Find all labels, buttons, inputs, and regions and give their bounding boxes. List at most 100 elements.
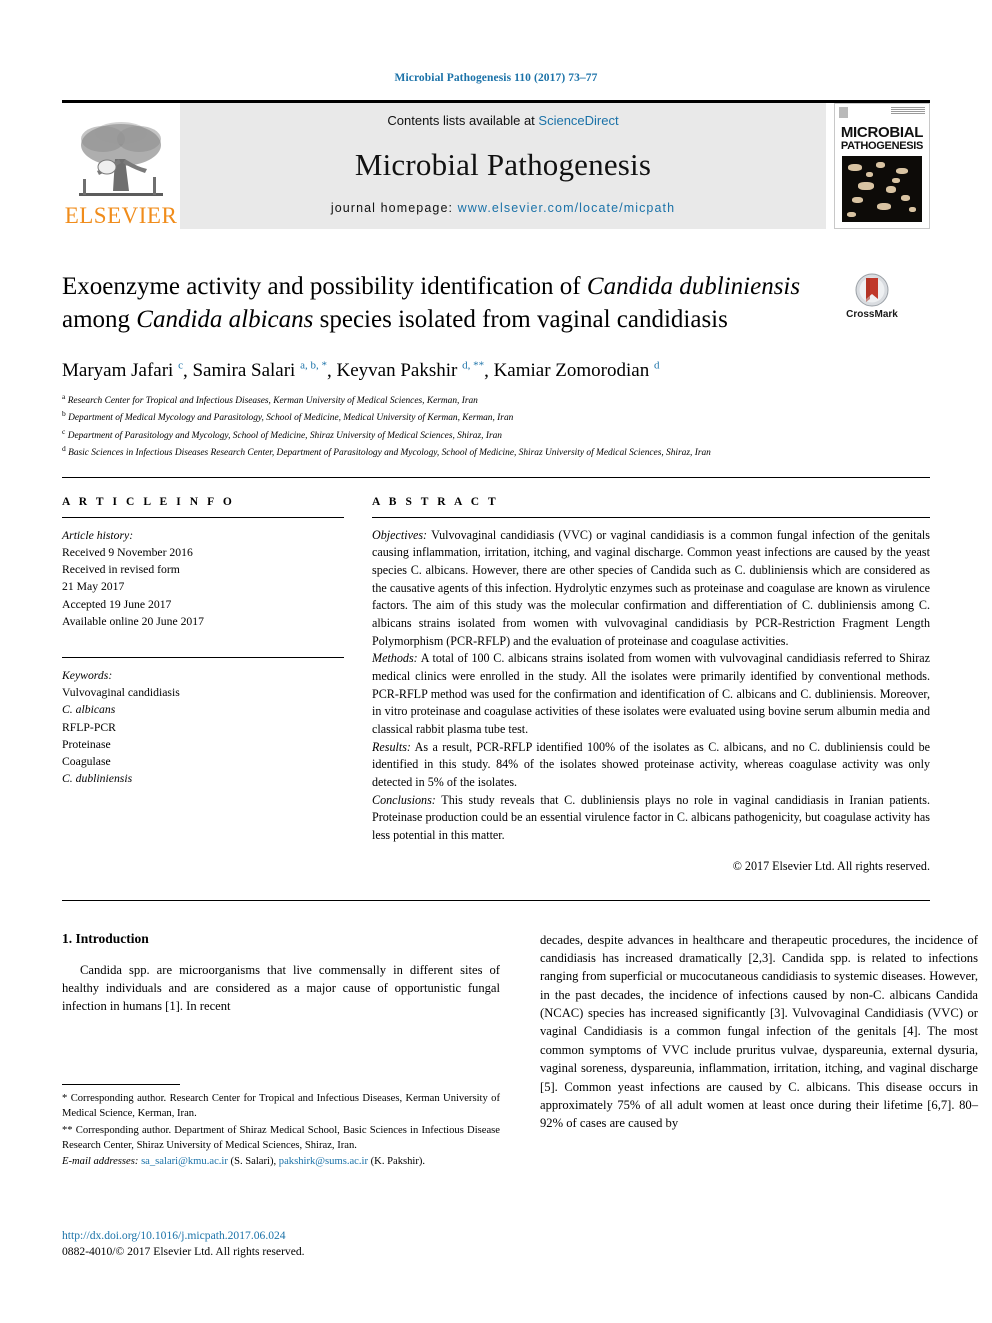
paper-page: Microbial Pathogenesis 110 (2017) 73–77 (0, 0, 992, 1323)
issn-copyright-line: 0882-4010/© 2017 Elsevier Ltd. All right… (62, 1245, 305, 1259)
info-abstract-region: A R T I C L E I N F O Article history: R… (62, 496, 930, 874)
elsevier-tree-icon (73, 119, 169, 203)
introduction-heading: 1. Introduction (62, 930, 149, 946)
cover-micrograph-image (842, 156, 922, 223)
affiliation-item: c Department of Parasitology and Mycolog… (62, 426, 930, 443)
page-title: Exoenzyme activity and possibility ident… (62, 271, 822, 336)
contents-list-line: Contents lists available at ScienceDirec… (387, 113, 618, 128)
footnote-email-addresses: E-mail addresses: sa_salari@kmu.ac.ir (S… (62, 1154, 500, 1169)
title-segment-1: Exoenzyme activity and possibility ident… (62, 273, 587, 300)
abstract-heading: A B S T R A C T (372, 495, 499, 508)
keyword-item: Proteinase (62, 737, 111, 751)
cover-title: MICROBIAL PATHOGENESIS (835, 124, 929, 152)
author-affiliation-mark: a, b, * (300, 360, 327, 372)
abstract-column: A B S T R A C T Objectives: Vulvovaginal… (372, 496, 930, 874)
cover-header-strip (835, 104, 929, 126)
journal-homepage-line: journal homepage: www.elsevier.com/locat… (331, 201, 675, 215)
affiliation-mark: c (62, 426, 66, 436)
doi-link[interactable]: http://dx.doi.org/10.1016/j.micpath.2017… (62, 1228, 500, 1244)
crossmark-badge[interactable]: CrossMark (822, 273, 922, 320)
abstract-methods: Methods: A total of 100 C. albicans stra… (372, 650, 930, 738)
journal-band: Contents lists available at ScienceDirec… (180, 103, 826, 229)
abstract-conclusions-label: Conclusions: (372, 792, 436, 807)
keyword-item: Coagulase (62, 754, 111, 768)
title-segment-2: among (62, 305, 137, 333)
abstract-results-label: Results: (372, 739, 411, 754)
footnote-region: * Corresponding author. Research Center … (62, 1084, 500, 1171)
history-item: Received in revised form (62, 563, 180, 577)
footnote-corresponding-author-1: * Corresponding author. Research Center … (62, 1093, 500, 1120)
elsevier-wordmark: ELSEVIER (64, 203, 178, 228)
abstract-methods-label: Methods: (372, 651, 418, 666)
author-list: Maryam Jafari c, Samira Salari a, b, *, … (62, 359, 930, 384)
cover-title-line2: PATHOGENESIS (840, 139, 924, 152)
affiliation-mark: d (62, 444, 66, 454)
affiliation-item: a Research Center for Tropical and Infec… (62, 391, 930, 408)
article-info-column: A R T I C L E I N F O Article history: R… (62, 496, 344, 874)
author-item: Kamiar Zomorodian d (494, 360, 660, 381)
section-divider-top (62, 476, 930, 478)
contents-prefix: Contents lists available at (387, 113, 539, 128)
article-info-rule (62, 516, 344, 518)
keywords-rule (62, 656, 344, 658)
abstract-objectives-label: Objectives: (372, 527, 428, 542)
footnote-corresponding-author-2: ** Corresponding author. Department of S… (62, 1124, 500, 1152)
elsevier-logo: ELSEVIER (62, 103, 180, 229)
keyword-item: Vulvovaginal candidiasis (62, 686, 180, 700)
history-item: Received 9 November 2016 (62, 545, 193, 559)
abstract-methods-text: A total of 100 C. albicans strains isola… (372, 651, 930, 736)
email-owner-pakshir: (K. Pakshir). (368, 1156, 426, 1168)
title-segment-3: species isolated from vaginal candidiasi… (313, 305, 728, 333)
history-item: Available online 20 June 2017 (62, 614, 204, 628)
crossmark-icon (855, 273, 889, 307)
affiliation-item: b Department of Medical Mycology and Par… (62, 408, 930, 425)
abstract-conclusions: Conclusions: This study reveals that C. … (372, 792, 930, 845)
footer-block: http://dx.doi.org/10.1016/j.micpath.2017… (62, 1228, 500, 1260)
journal-homepage-link[interactable]: www.elsevier.com/locate/micpath (458, 201, 676, 215)
email-link-pakshir[interactable]: pakshirk@sums.ac.ir (279, 1156, 368, 1167)
abstract-results: Results: As a result, PCR-RFLP identifie… (372, 739, 930, 792)
author-name: Keyvan Pakshir (336, 360, 458, 382)
email-link-salari[interactable]: sa_salari@kmu.ac.ir (141, 1156, 228, 1167)
journal-title: Microbial Pathogenesis (354, 146, 652, 182)
cover-publisher-mark-icon (839, 107, 848, 118)
history-item: Accepted 19 June 2017 (62, 597, 172, 611)
cover-title-line1: MICROBIAL (840, 124, 924, 141)
homepage-prefix: journal homepage: (330, 201, 458, 215)
keywords-block: Keywords: Vulvovaginal candidiasis C. al… (62, 667, 344, 787)
journal-cover-thumbnail: MICROBIAL PATHOGENESIS (834, 103, 930, 229)
author-affiliation-mark: d (653, 360, 660, 372)
crossmark-label: CrossMark (846, 309, 898, 320)
author-item: Keyvan Pakshir d, ** (336, 360, 484, 381)
author-name: Samira Salari (192, 360, 296, 382)
affiliation-item: d Basic Sciences in Infectious Diseases … (62, 443, 930, 460)
keyword-item: C. albicans (62, 703, 116, 717)
keywords-label: Keywords: (62, 668, 113, 682)
title-italic-candida-albicans: Candida albicans (136, 305, 314, 333)
keyword-item: C. dubliniensis (62, 772, 133, 786)
article-history-label: Article history: (62, 528, 134, 542)
affiliation-text: Department of Parasitology and Mycology,… (67, 430, 502, 441)
abstract-body: Objectives: Vulvovaginal candidiasis (VV… (372, 527, 930, 845)
abstract-objectives: Objectives: Vulvovaginal candidiasis (VV… (372, 527, 930, 651)
affiliation-text: Research Center for Tropical and Infecti… (67, 396, 478, 407)
author-affiliation-mark: d, ** (462, 360, 485, 372)
affiliation-mark: b (62, 409, 66, 419)
running-head: Microbial Pathogenesis 110 (2017) 73–77 (394, 72, 598, 84)
keyword-item: RFLP-PCR (62, 720, 116, 734)
history-item: 21 May 2017 (62, 580, 125, 594)
affiliation-mark: a (62, 392, 66, 402)
article-info-heading: A R T I C L E I N F O (62, 495, 235, 508)
introduction-paragraph-left: Candida spp. are microorganisms that liv… (62, 962, 500, 1014)
journal-masthead: ELSEVIER Contents lists available at Sci… (62, 100, 930, 229)
abstract-conclusions-text: This study reveals that C. dubliniensis … (372, 792, 930, 842)
affiliation-text: Department of Medical Mycology and Paras… (68, 413, 514, 424)
abstract-objectives-text: Vulvovaginal candidiasis (VVC) or vagina… (372, 527, 930, 648)
sciencedirect-link[interactable]: ScienceDirect (538, 113, 618, 128)
author-separator: , (484, 360, 494, 382)
author-item: Samira Salari a, b, * (192, 360, 327, 381)
author-name: Maryam Jafari (62, 360, 174, 382)
footnote-rule (62, 1084, 180, 1085)
title-area: Exoenzyme activity and possibility ident… (62, 271, 930, 336)
